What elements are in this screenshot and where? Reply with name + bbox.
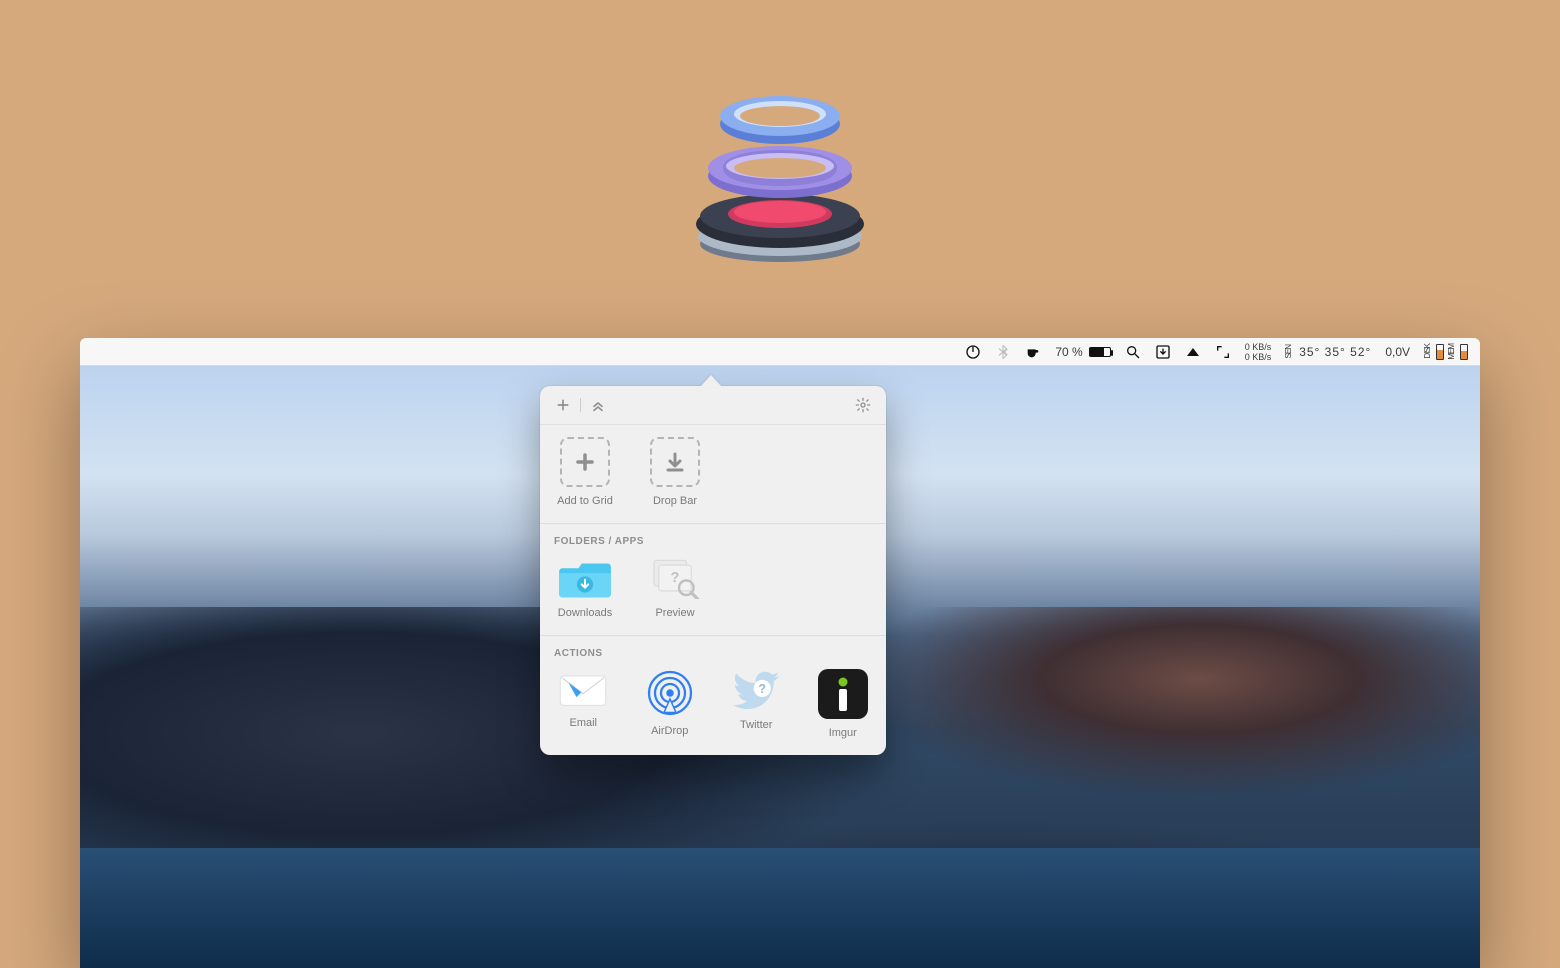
battery-icon — [1089, 347, 1111, 357]
airdrop-action[interactable]: AirDrop — [641, 669, 700, 739]
voltage[interactable]: 0,0V — [1385, 338, 1410, 365]
actions-title: ACTIONS — [554, 648, 872, 659]
mem-gauge-icon — [1460, 344, 1468, 360]
twitter-action[interactable]: ? Twitter — [727, 669, 786, 739]
dropzone-app-icon — [670, 56, 890, 281]
twitter-icon: ? — [731, 669, 781, 711]
folders-section: FOLDERS / APPS Downloads — [540, 523, 886, 635]
sensor-temps[interactable]: SEN 35° 35° 52° — [1285, 338, 1371, 365]
disk-gauge[interactable]: DISK MEM — [1424, 338, 1468, 365]
email-label: Email — [569, 717, 597, 729]
top-section: Add to Grid Drop Bar — [540, 425, 886, 523]
fullscreen-icon[interactable] — [1215, 338, 1231, 365]
dropzone-menubar-icon[interactable] — [1155, 338, 1171, 365]
display-icon[interactable] — [1185, 338, 1201, 365]
voltage-readout: 0,0V — [1385, 345, 1410, 359]
drop-bar-cell[interactable]: Drop Bar — [644, 437, 706, 507]
downloads-label: Downloads — [558, 607, 612, 619]
net-down: 0 KB/s — [1245, 342, 1272, 352]
net-up: 0 KB/s — [1245, 352, 1272, 362]
add-button[interactable] — [552, 394, 574, 416]
power-icon[interactable] — [965, 338, 981, 365]
macos-desktop: 70 % 0 KB/s 0 KB/s SEN 35° 35° 52° 0,0V — [80, 338, 1480, 968]
popover-header — [540, 386, 886, 425]
temps-readout: 35° 35° 52° — [1299, 345, 1371, 359]
preview-cell[interactable]: ? Preview — [644, 557, 706, 619]
sensor-label: SEN — [1285, 345, 1293, 358]
preview-label: Preview — [655, 607, 694, 619]
battery-status[interactable]: 70 % — [1055, 338, 1110, 365]
network-speed[interactable]: 0 KB/s 0 KB/s — [1245, 338, 1272, 365]
imgur-icon — [818, 669, 868, 719]
preview-app-icon: ? — [649, 557, 701, 599]
collapse-button[interactable] — [587, 394, 609, 416]
drop-bar-label: Drop Bar — [653, 495, 697, 507]
mem-label: MEM — [1448, 344, 1456, 360]
imgur-label: Imgur — [829, 727, 857, 739]
add-to-grid-label: Add to Grid — [557, 495, 613, 507]
twitter-label: Twitter — [740, 719, 772, 731]
disk-gauge-icon — [1436, 344, 1444, 360]
disk-label: DISK — [1424, 344, 1432, 359]
popover-arrow — [700, 375, 722, 387]
dropzone-popover: Add to Grid Drop Bar FOLDERS / APPS — [540, 386, 886, 755]
add-to-grid-cell[interactable]: Add to Grid — [554, 437, 616, 507]
folders-title: FOLDERS / APPS — [554, 536, 872, 547]
svg-text:?: ? — [671, 570, 680, 586]
downloads-folder-icon — [559, 557, 611, 599]
airdrop-label: AirDrop — [651, 725, 688, 737]
imgur-action[interactable]: Imgur — [814, 669, 873, 739]
actions-section: ACTIONS Email — [540, 635, 886, 755]
downloads-cell[interactable]: Downloads — [554, 557, 616, 619]
caffeine-icon[interactable] — [1025, 338, 1041, 365]
svg-text:?: ? — [759, 682, 767, 696]
drop-bar-icon — [650, 437, 700, 487]
bluetooth-icon[interactable] — [995, 338, 1011, 365]
battery-percent: 70 % — [1055, 345, 1082, 359]
airdrop-icon — [646, 669, 694, 717]
spotlight-icon[interactable] — [1125, 338, 1141, 365]
menubar: 70 % 0 KB/s 0 KB/s SEN 35° 35° 52° 0,0V — [80, 338, 1480, 366]
email-action[interactable]: Email — [554, 669, 613, 739]
settings-button[interactable] — [852, 394, 874, 416]
add-to-grid-icon — [560, 437, 610, 487]
email-icon — [557, 669, 609, 709]
